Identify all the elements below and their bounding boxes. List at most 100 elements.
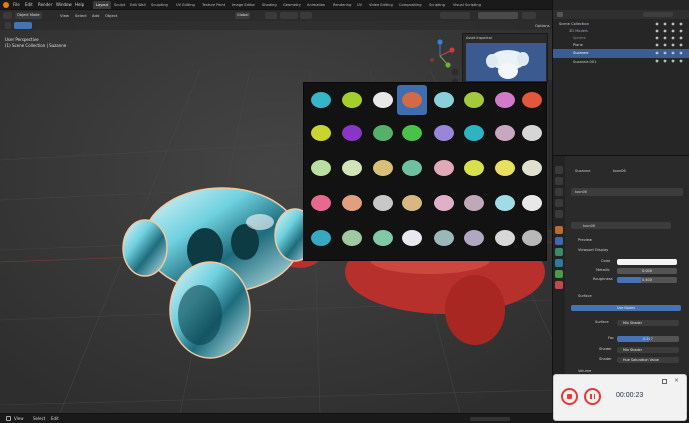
tab-compositing[interactable]: Compositing	[396, 1, 425, 9]
screen-recorder-widget: × 00:00:23	[553, 374, 687, 421]
tool-tab-icon[interactable]	[555, 166, 563, 174]
tool-header: Options	[0, 21, 552, 30]
tab-texture-paint[interactable]: Texture Paint	[199, 1, 228, 9]
asset-inspector-panel: Asset Inspector	[462, 33, 548, 83]
mode-selector[interactable]: Object Mode	[15, 12, 42, 19]
eye-icon[interactable]	[653, 21, 689, 67]
inspector-title: Asset Inspector	[466, 36, 493, 40]
data-tab-icon[interactable]	[555, 270, 563, 278]
properties-tabs	[553, 156, 565, 376]
thumb-row-5	[311, 230, 542, 246]
tab-sculpt[interactable]: Sculpt	[111, 1, 128, 9]
editor-type-button[interactable]	[3, 12, 12, 19]
fac-slider[interactable]: 0.517	[617, 336, 679, 342]
material-tab-icon[interactable]	[555, 281, 563, 289]
section-volume[interactable]: Volume	[578, 369, 591, 373]
pivot-button[interactable]	[265, 12, 277, 19]
select-mode-icon[interactable]	[5, 22, 11, 29]
menu-add[interactable]: Add	[92, 13, 99, 18]
tab-scripting[interactable]: Scripting	[426, 1, 448, 9]
select-box-modes[interactable]	[14, 22, 32, 29]
menu-render[interactable]: Render	[38, 2, 52, 7]
overlay-buttons[interactable]	[440, 12, 470, 19]
fac-label: Fac	[608, 336, 614, 340]
thumb-row-3	[311, 160, 542, 176]
outliner-panel: Scene Collection 3D Models Sphere Plane …	[552, 0, 689, 155]
output-tab-icon[interactable]	[555, 188, 563, 196]
scene-tab-icon[interactable]	[555, 199, 563, 207]
pause-icon[interactable]	[584, 388, 601, 405]
shading-modes[interactable]	[478, 12, 518, 19]
recording-timer: 00:00:23	[616, 392, 644, 399]
render-tab-icon[interactable]	[555, 177, 563, 185]
status-scroll[interactable]	[470, 417, 510, 421]
roughness-label: Roughness	[593, 277, 613, 281]
menu-select[interactable]: Select	[75, 13, 87, 18]
roughness-slider[interactable]: 0.400	[617, 277, 677, 283]
section-preview[interactable]: Preview	[578, 238, 592, 242]
modifier-tab-icon[interactable]	[555, 237, 563, 245]
tab-edit-wall[interactable]: Edit Wall	[127, 1, 149, 9]
object-tab-icon[interactable]	[555, 226, 563, 234]
tab-video-editing[interactable]: Video Editing	[366, 1, 396, 9]
tab-geometry[interactable]: Geometry	[280, 1, 304, 9]
transform-orientation[interactable]: Global	[235, 12, 251, 19]
material-asset-browser[interactable]	[303, 82, 547, 261]
snap-button[interactable]	[280, 12, 298, 19]
metallic-label: Metallic	[596, 268, 610, 272]
menu-file[interactable]: File	[13, 2, 20, 7]
shader1-label: Shader	[599, 347, 612, 351]
menu-object[interactable]: Object	[105, 13, 117, 18]
tab-uv-editing[interactable]: UV Editing	[173, 1, 198, 9]
metallic-field[interactable]: 0.000	[617, 268, 677, 274]
shader1-selector[interactable]: Mix Shader	[617, 347, 679, 353]
blender-logo-icon[interactable]	[3, 2, 9, 8]
use-nodes-button[interactable]: Use Nodes	[571, 305, 681, 311]
tab-layout[interactable]: Layout	[93, 1, 112, 9]
view-info-perspective: User Perspective	[5, 37, 39, 42]
tab-image-editor[interactable]: Image Editor	[229, 1, 258, 9]
shader2-label: Shader	[599, 357, 612, 361]
material-selector[interactable]: toon06	[571, 222, 671, 229]
outliner-editor-icon[interactable]	[557, 12, 563, 17]
menu-window[interactable]: Window	[56, 2, 72, 7]
expand-icon[interactable]	[662, 379, 667, 384]
tab-visual-scripting[interactable]: Visual Scripting	[450, 1, 484, 9]
tab-animation[interactable]: Animation	[304, 1, 328, 9]
mouse-icon	[6, 416, 11, 421]
material-thumbnails[interactable]	[304, 83, 548, 262]
tab-uv[interactable]: UV	[354, 1, 365, 9]
color-label: Color	[601, 259, 611, 263]
color-swatch[interactable]	[617, 259, 677, 265]
shader2-selector[interactable]: Hue Saturation Value	[617, 357, 679, 363]
status-select: Select	[33, 416, 46, 421]
menu-edit[interactable]: Edit	[25, 2, 33, 7]
menu-view[interactable]: View	[60, 13, 69, 18]
tab-shading[interactable]: Shading	[259, 1, 280, 9]
surface-label: Surface	[595, 320, 609, 324]
section-surface[interactable]: Surface	[578, 294, 592, 298]
tab-rendering[interactable]: Rendering	[330, 1, 354, 9]
tab-sculpting[interactable]: Sculpting	[148, 1, 171, 9]
status-view: View	[14, 416, 24, 421]
proportional-edit-button[interactable]	[300, 12, 312, 19]
shading-options[interactable]	[522, 12, 536, 19]
constraint-tab-icon[interactable]	[555, 259, 563, 267]
thumb-row-2	[311, 125, 542, 141]
record-icon[interactable]	[561, 388, 578, 405]
search-icon[interactable]	[643, 12, 673, 17]
status-edit: Edit	[51, 416, 59, 421]
asset-preview-image	[466, 43, 546, 81]
close-icon[interactable]: ×	[674, 377, 679, 384]
material-slot-list[interactable]: toon06	[571, 188, 683, 196]
material-name-header: toon06	[613, 169, 626, 173]
physics-tab-icon[interactable]	[555, 248, 563, 256]
surface-shader-selector[interactable]: Mix Shader	[617, 320, 679, 326]
menu-help[interactable]: Help	[75, 2, 84, 7]
thumb-row-4	[311, 195, 542, 211]
options-button[interactable]: Options	[535, 23, 550, 28]
view-info-collection: (1) Scene Collection | Suzanne	[5, 43, 67, 48]
world-tab-icon[interactable]	[555, 210, 563, 218]
section-viewport-display[interactable]: Viewport Display	[578, 248, 608, 252]
object-name: Suzanne	[575, 169, 591, 173]
